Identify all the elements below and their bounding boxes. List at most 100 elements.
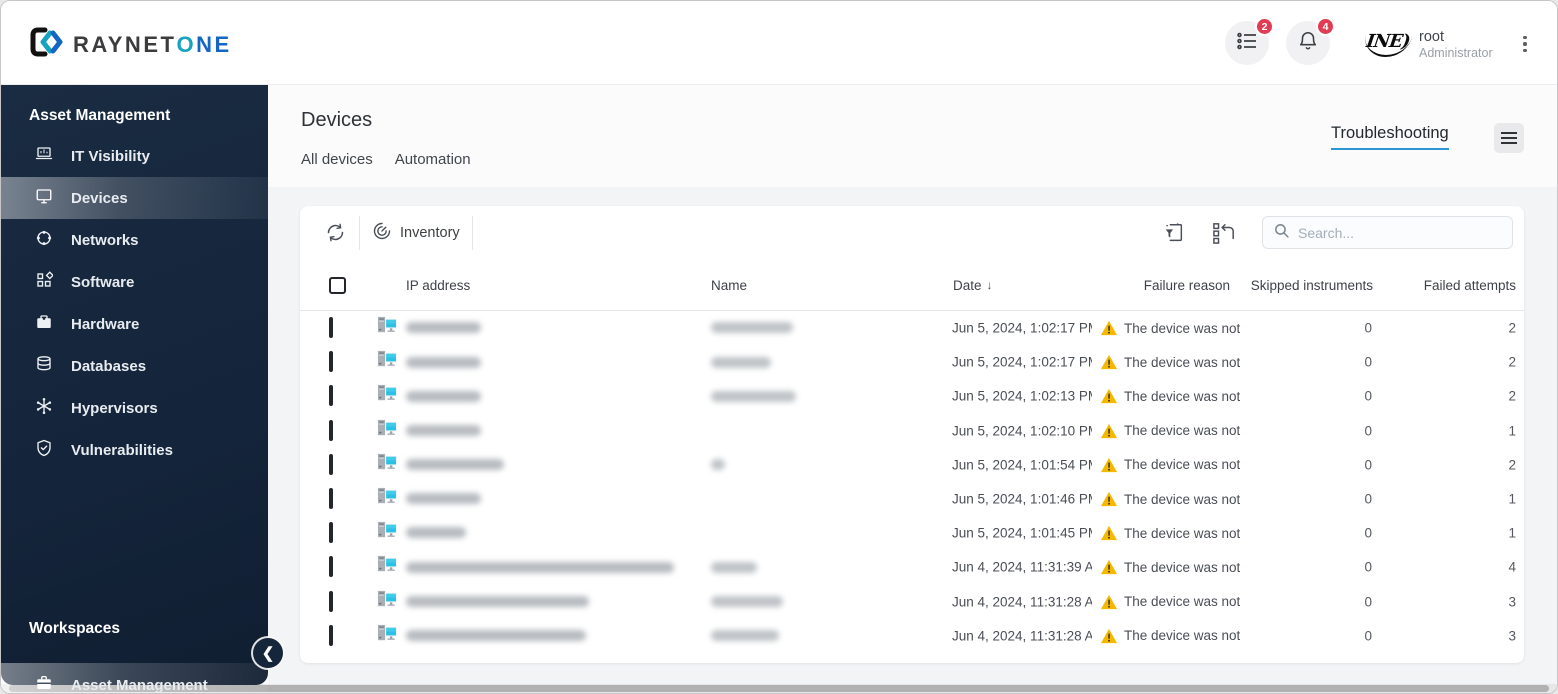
computer-icon	[377, 589, 398, 615]
column-header-skipped[interactable]: Skipped instruments	[1251, 259, 1373, 311]
row-skipped-instruments: 0	[1364, 491, 1372, 507]
device-name-redacted	[711, 353, 771, 371]
row-checkbox[interactable]	[329, 385, 333, 407]
user-name: root	[1419, 29, 1444, 45]
computer-icon	[377, 418, 398, 444]
user-avatar[interactable]: INE)	[1362, 23, 1414, 65]
column-chooser-button[interactable]	[1212, 221, 1236, 245]
table-row[interactable]: Jun 5, 2024, 1:02:13 PM The device was n…	[300, 379, 1524, 413]
tab-automation[interactable]: Automation	[395, 151, 471, 168]
table-row[interactable]: Jun 4, 2024, 11:31:28 AM The device was …	[300, 585, 1524, 619]
table-row[interactable]: Jun 4, 2024, 11:31:28 AM The device was …	[300, 619, 1524, 653]
page-title: Devices	[301, 109, 373, 131]
task-list-button[interactable]: 2	[1225, 17, 1274, 65]
computer-icon	[377, 315, 398, 341]
row-checkbox[interactable]	[329, 522, 333, 544]
ip-address-redacted	[406, 353, 481, 371]
toolbar-divider	[471, 215, 473, 250]
row-checkbox[interactable]	[329, 317, 333, 339]
computer-icon	[377, 383, 398, 409]
warning-icon	[1100, 594, 1118, 610]
row-skipped-instruments: 0	[1364, 628, 1372, 644]
sidebar-item-asset-management-workspace[interactable]: Asset Management	[1, 663, 268, 694]
table-row[interactable]: Jun 5, 2024, 1:02:17 PM The device was n…	[300, 345, 1524, 379]
row-checkbox[interactable]	[329, 419, 333, 441]
filter-export-button[interactable]	[1162, 221, 1186, 245]
row-date: Jun 4, 2024, 11:31:28 AM	[952, 594, 1092, 610]
row-checkbox[interactable]	[329, 556, 333, 578]
database-icon	[35, 355, 53, 377]
sidebar: Asset Management IT Visibility Devices N…	[1, 85, 268, 693]
table-row[interactable]: Jun 4, 2024, 11:31:39 AM The device was …	[300, 550, 1524, 584]
table-row[interactable]: Jun 5, 2024, 1:02:17 PM The device was n…	[300, 311, 1524, 345]
sidebar-item-databases[interactable]: Databases	[1, 345, 268, 387]
sidebar-item-vulnerabilities[interactable]: Vulnerabilities	[1, 429, 268, 471]
task-list-icon	[1237, 32, 1257, 55]
network-icon	[35, 229, 53, 251]
row-date: Jun 4, 2024, 11:31:28 AM	[952, 628, 1092, 644]
table-body: Jun 5, 2024, 1:02:17 PM The device was n…	[300, 311, 1524, 653]
column-header-attempts[interactable]: Failed attempts	[1424, 259, 1516, 311]
row-skipped-instruments: 0	[1364, 559, 1372, 575]
notifications-button[interactable]: 4	[1286, 17, 1335, 65]
row-skipped-instruments: 0	[1364, 320, 1372, 336]
inventory-button[interactable]: Inventory	[372, 221, 460, 245]
column-header-name[interactable]: Name	[711, 259, 747, 311]
select-all-checkbox[interactable]	[329, 259, 346, 311]
laptop-icon	[35, 145, 53, 167]
table-row[interactable]: Jun 5, 2024, 1:01:46 PM The device was n…	[300, 482, 1524, 516]
row-checkbox[interactable]	[329, 488, 333, 510]
refresh-button[interactable]	[323, 221, 347, 245]
raynet-logo[interactable]: RAYNETONE	[25, 23, 232, 66]
sidebar-item-label: Networks	[71, 231, 139, 249]
kebab-menu-button[interactable]	[1515, 30, 1535, 58]
apps-grid-icon	[35, 271, 54, 293]
sidebar-item-label: IT Visibility	[71, 147, 150, 165]
sidebar-item-hypervisors[interactable]: Hypervisors	[1, 387, 268, 429]
sidebar-item-label: Hardware	[71, 315, 140, 333]
bell-icon	[1297, 30, 1319, 57]
column-header-ip[interactable]: IP address	[406, 259, 470, 311]
sidebar-collapse-button[interactable]: ❮	[253, 638, 283, 668]
column-header-date[interactable]: Date ↓	[953, 259, 993, 311]
warning-icon	[1100, 423, 1118, 439]
row-failure-reason: The device was not	[1100, 491, 1240, 507]
view-options-button[interactable]	[1494, 123, 1524, 153]
chevron-left-icon: ❮	[261, 645, 275, 662]
tab-troubleshooting[interactable]: Troubleshooting	[1331, 124, 1449, 150]
row-failure-reason: The device was not	[1100, 594, 1240, 610]
column-header-failure[interactable]: Failure reason	[1144, 259, 1230, 311]
ip-address-redacted	[406, 593, 589, 611]
row-checkbox[interactable]	[329, 624, 333, 646]
search-input[interactable]	[1298, 224, 1502, 241]
row-skipped-instruments: 0	[1364, 525, 1372, 541]
sidebar-item-networks[interactable]: Networks	[1, 219, 268, 261]
user-menu[interactable]: root Administrator	[1419, 28, 1493, 62]
sidebar-section-workspaces: Workspaces	[29, 620, 121, 637]
sidebar-item-hardware[interactable]: Hardware	[1, 303, 268, 345]
device-name-redacted	[711, 558, 757, 576]
sidebar-item-it-visibility[interactable]: IT Visibility	[1, 135, 268, 177]
tab-all-devices[interactable]: All devices	[301, 151, 373, 168]
hardware-box-icon	[35, 313, 53, 335]
notifications-badge: 4	[1316, 17, 1335, 36]
app-window: RAYNETONE 2 4 INE) root Administrator As…	[0, 0, 1558, 694]
sidebar-item-software[interactable]: Software	[1, 261, 268, 303]
row-failure-reason: The device was not	[1100, 559, 1240, 575]
computer-icon	[377, 452, 398, 478]
row-failure-reason: The device was not	[1100, 628, 1240, 644]
row-checkbox[interactable]	[329, 590, 333, 612]
sidebar-item-label: Asset Management	[71, 676, 208, 694]
table-row[interactable]: Jun 5, 2024, 1:01:45 PM The device was n…	[300, 516, 1524, 550]
hypervisor-asterisk-icon	[35, 397, 53, 419]
device-name-redacted	[711, 456, 725, 474]
sidebar-item-devices[interactable]: Devices	[1, 177, 268, 219]
row-checkbox[interactable]	[329, 453, 333, 475]
row-checkbox[interactable]	[329, 351, 333, 373]
ip-address-redacted	[406, 319, 481, 337]
row-skipped-instruments: 0	[1364, 423, 1372, 439]
table-row[interactable]: Jun 5, 2024, 1:02:10 PM The device was n…	[300, 414, 1524, 448]
row-date: Jun 5, 2024, 1:01:54 PM	[952, 457, 1092, 473]
table-row[interactable]: Jun 5, 2024, 1:01:54 PM The device was n…	[300, 448, 1524, 482]
device-name-redacted	[711, 593, 783, 611]
